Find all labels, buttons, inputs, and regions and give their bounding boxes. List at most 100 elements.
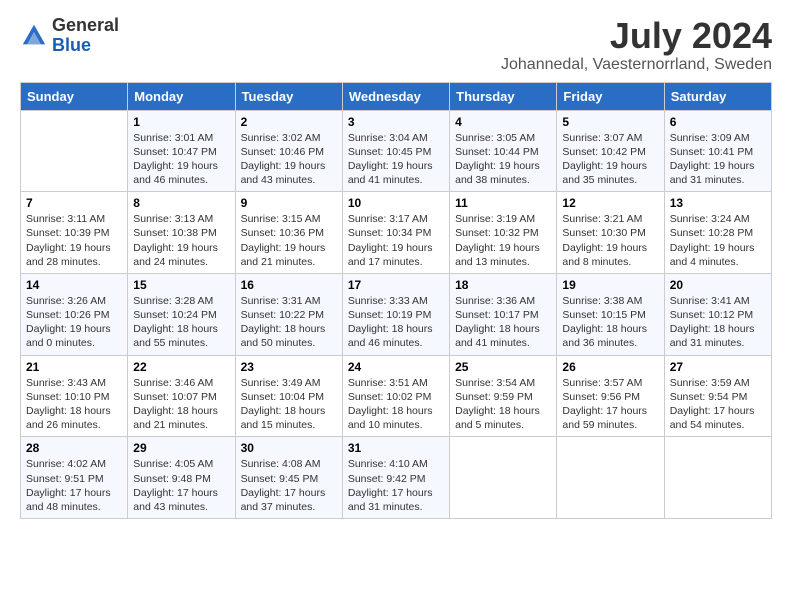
day-number: 20	[670, 278, 766, 292]
calendar-cell: 8 Sunrise: 3:13 AMSunset: 10:38 PMDayligh…	[128, 192, 235, 274]
calendar-cell: 22Sunrise: 3:46 AMSunset: 10:07 PMDaylig…	[128, 355, 235, 437]
cell-sun-info: Sunrise: 3:19 AMSunset: 10:32 PMDaylight…	[455, 212, 551, 269]
cell-sun-info: Sunrise: 3:59 AMSunset: 9:54 PMDaylight:…	[670, 376, 766, 433]
day-number: 3	[348, 115, 444, 129]
cell-sun-info: Sunrise: 3:28 AMSunset: 10:24 PMDaylight…	[133, 294, 229, 351]
calendar-cell: 21 Sunrise: 3:43 AMSunset: 10:10 PMDaylig…	[21, 355, 128, 437]
cell-sun-info: Sunrise: 3:43 AMSunset: 10:10 PMDaylight…	[26, 376, 122, 433]
calendar-cell: 28 Sunrise: 4:02 AMSunset: 9:51 PMDayligh…	[21, 437, 128, 519]
calendar-table: Sunday Monday Tuesday Wednesday Thursday…	[20, 82, 772, 519]
cell-sun-info: Sunrise: 3:24 AMSunset: 10:28 PMDaylight…	[670, 212, 766, 269]
calendar-cell: 13 Sunrise: 3:24 AMSunset: 10:28 PMDaylig…	[664, 192, 771, 274]
day-number: 28	[26, 441, 122, 455]
day-number: 15	[133, 278, 229, 292]
page-header: General Blue July 2024 Johannedal, Vaest…	[20, 16, 772, 74]
cell-sun-info: Sunrise: 3:17 AMSunset: 10:34 PMDaylight…	[348, 212, 444, 269]
cell-sun-info: Sunrise: 4:02 AMSunset: 9:51 PMDaylight:…	[26, 457, 122, 514]
header-tuesday: Tuesday	[235, 82, 342, 110]
header-monday: Monday	[128, 82, 235, 110]
calendar-week-3: 14Sunrise: 3:26 AMSunset: 10:26 PMDaylig…	[21, 273, 772, 355]
calendar-cell: 1 Sunrise: 3:01 AMSunset: 10:47 PMDayligh…	[128, 110, 235, 192]
cell-sun-info: Sunrise: 3:38 AMSunset: 10:15 PMDaylight…	[562, 294, 658, 351]
calendar-week-1: 1 Sunrise: 3:01 AMSunset: 10:47 PMDayligh…	[21, 110, 772, 192]
cell-sun-info: Sunrise: 3:33 AMSunset: 10:19 PMDaylight…	[348, 294, 444, 351]
calendar-body: 1 Sunrise: 3:01 AMSunset: 10:47 PMDayligh…	[21, 110, 772, 518]
day-number: 23	[241, 360, 337, 374]
logo-icon	[20, 22, 48, 50]
calendar-cell: 31 Sunrise: 4:10 AMSunset: 9:42 PMDayligh…	[342, 437, 449, 519]
location-subtitle: Johannedal, Vaesternorrland, Sweden	[501, 56, 772, 74]
calendar-cell: 7Sunrise: 3:11 AMSunset: 10:39 PMDayligh…	[21, 192, 128, 274]
calendar-cell: 4Sunrise: 3:05 AMSunset: 10:44 PMDayligh…	[450, 110, 557, 192]
calendar-week-2: 7Sunrise: 3:11 AMSunset: 10:39 PMDayligh…	[21, 192, 772, 274]
calendar-header: Sunday Monday Tuesday Wednesday Thursday…	[21, 82, 772, 110]
day-number: 1	[133, 115, 229, 129]
logo-text: General Blue	[52, 16, 119, 56]
calendar-cell: 3 Sunrise: 3:04 AMSunset: 10:45 PMDayligh…	[342, 110, 449, 192]
cell-sun-info: Sunrise: 3:31 AMSunset: 10:22 PMDaylight…	[241, 294, 337, 351]
cell-sun-info: Sunrise: 3:51 AMSunset: 10:02 PMDaylight…	[348, 376, 444, 433]
calendar-week-4: 21 Sunrise: 3:43 AMSunset: 10:10 PMDaylig…	[21, 355, 772, 437]
day-number: 2	[241, 115, 337, 129]
calendar-cell	[557, 437, 664, 519]
cell-sun-info: Sunrise: 3:57 AMSunset: 9:56 PMDaylight:…	[562, 376, 658, 433]
day-number: 24	[348, 360, 444, 374]
calendar-cell: 12Sunrise: 3:21 AMSunset: 10:30 PMDaylig…	[557, 192, 664, 274]
calendar-cell: 2 Sunrise: 3:02 AMSunset: 10:46 PMDayligh…	[235, 110, 342, 192]
day-number: 22	[133, 360, 229, 374]
calendar-cell: 18Sunrise: 3:36 AMSunset: 10:17 PMDaylig…	[450, 273, 557, 355]
cell-sun-info: Sunrise: 3:36 AMSunset: 10:17 PMDaylight…	[455, 294, 551, 351]
day-number: 7	[26, 196, 122, 210]
header-friday: Friday	[557, 82, 664, 110]
calendar-cell: 30Sunrise: 4:08 AMSunset: 9:45 PMDayligh…	[235, 437, 342, 519]
day-number: 29	[133, 441, 229, 455]
calendar-cell: 15 Sunrise: 3:28 AMSunset: 10:24 PMDaylig…	[128, 273, 235, 355]
calendar-cell: 23 Sunrise: 3:49 AMSunset: 10:04 PMDaylig…	[235, 355, 342, 437]
calendar-cell: 16Sunrise: 3:31 AMSunset: 10:22 PMDaylig…	[235, 273, 342, 355]
cell-sun-info: Sunrise: 3:49 AMSunset: 10:04 PMDaylight…	[241, 376, 337, 433]
calendar-cell: 10Sunrise: 3:17 AMSunset: 10:34 PMDaylig…	[342, 192, 449, 274]
cell-sun-info: Sunrise: 3:15 AMSunset: 10:36 PMDaylight…	[241, 212, 337, 269]
day-number: 19	[562, 278, 658, 292]
cell-sun-info: Sunrise: 3:04 AMSunset: 10:45 PMDaylight…	[348, 131, 444, 188]
cell-sun-info: Sunrise: 3:02 AMSunset: 10:46 PMDaylight…	[241, 131, 337, 188]
calendar-cell	[664, 437, 771, 519]
day-number: 9	[241, 196, 337, 210]
day-number: 13	[670, 196, 766, 210]
day-number: 27	[670, 360, 766, 374]
cell-sun-info: Sunrise: 4:10 AMSunset: 9:42 PMDaylight:…	[348, 457, 444, 514]
cell-sun-info: Sunrise: 3:41 AMSunset: 10:12 PMDaylight…	[670, 294, 766, 351]
calendar-cell: 14Sunrise: 3:26 AMSunset: 10:26 PMDaylig…	[21, 273, 128, 355]
cell-sun-info: Sunrise: 3:07 AMSunset: 10:42 PMDaylight…	[562, 131, 658, 188]
cell-sun-info: Sunrise: 3:54 AMSunset: 9:59 PMDaylight:…	[455, 376, 551, 433]
day-number: 11	[455, 196, 551, 210]
calendar-cell	[21, 110, 128, 192]
calendar-cell: 26 Sunrise: 3:57 AMSunset: 9:56 PMDayligh…	[557, 355, 664, 437]
cell-sun-info: Sunrise: 3:01 AMSunset: 10:47 PMDaylight…	[133, 131, 229, 188]
day-number: 5	[562, 115, 658, 129]
day-number: 17	[348, 278, 444, 292]
calendar-cell: 25Sunrise: 3:54 AMSunset: 9:59 PMDayligh…	[450, 355, 557, 437]
day-number: 12	[562, 196, 658, 210]
calendar-cell: 17 Sunrise: 3:33 AMSunset: 10:19 PMDaylig…	[342, 273, 449, 355]
calendar-cell: 24 Sunrise: 3:51 AMSunset: 10:02 PMDaylig…	[342, 355, 449, 437]
cell-sun-info: Sunrise: 3:13 AMSunset: 10:38 PMDaylight…	[133, 212, 229, 269]
cell-sun-info: Sunrise: 3:26 AMSunset: 10:26 PMDaylight…	[26, 294, 122, 351]
calendar-cell: 20 Sunrise: 3:41 AMSunset: 10:12 PMDaylig…	[664, 273, 771, 355]
day-number: 21	[26, 360, 122, 374]
header-saturday: Saturday	[664, 82, 771, 110]
calendar-cell: 11 Sunrise: 3:19 AMSunset: 10:32 PMDaylig…	[450, 192, 557, 274]
cell-sun-info: Sunrise: 4:08 AMSunset: 9:45 PMDaylight:…	[241, 457, 337, 514]
calendar-cell	[450, 437, 557, 519]
month-year-title: July 2024	[501, 16, 772, 56]
day-number: 8	[133, 196, 229, 210]
calendar-cell: 27 Sunrise: 3:59 AMSunset: 9:54 PMDayligh…	[664, 355, 771, 437]
day-number: 26	[562, 360, 658, 374]
day-number: 4	[455, 115, 551, 129]
day-number: 6	[670, 115, 766, 129]
day-number: 31	[348, 441, 444, 455]
calendar-cell: 19 Sunrise: 3:38 AMSunset: 10:15 PMDaylig…	[557, 273, 664, 355]
cell-sun-info: Sunrise: 3:09 AMSunset: 10:41 PMDaylight…	[670, 131, 766, 188]
cell-sun-info: Sunrise: 4:05 AMSunset: 9:48 PMDaylight:…	[133, 457, 229, 514]
logo: General Blue	[20, 16, 119, 56]
